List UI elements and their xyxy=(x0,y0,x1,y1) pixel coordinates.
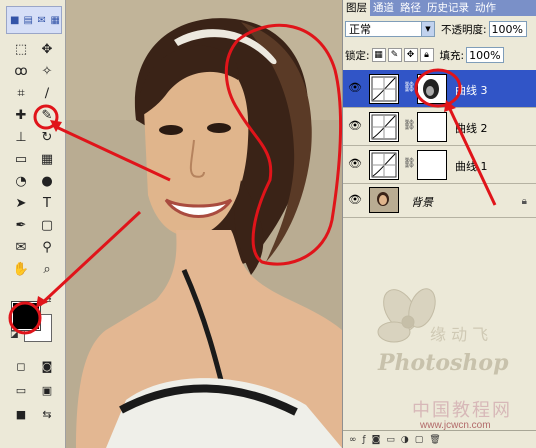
notes-tool-icon[interactable]: ✉ xyxy=(8,236,34,258)
color-swatches: ⇄ ◪ xyxy=(8,296,54,342)
screen-mode-menu-icon[interactable]: ▣ xyxy=(34,378,60,402)
move-tool-icon[interactable]: ✥ xyxy=(34,38,60,60)
opacity-label: 不透明度: xyxy=(441,23,487,36)
swap-colors-icon[interactable]: ⇄ xyxy=(44,296,52,306)
background-thumbnail xyxy=(369,187,399,213)
type-tool-icon[interactable]: T xyxy=(34,192,60,214)
save-icon[interactable]: ■ xyxy=(9,14,21,26)
watermark-cn: 中国教程网 xyxy=(412,400,512,421)
panel-tabs: 图层 通道 路径 历史记录 动作 xyxy=(343,0,536,16)
fill-label: 填充: xyxy=(439,49,465,62)
layer-row-curves-2[interactable]: 👁︎ ⛓ 曲线 2 xyxy=(343,108,536,146)
layer-row-curves-1[interactable]: 👁︎ ⛓ 曲线 1 xyxy=(343,146,536,184)
blend-mode-value: 正常 xyxy=(349,23,371,36)
shape-tool-icon[interactable]: ▢ xyxy=(34,214,60,236)
lock-label: 锁定: xyxy=(345,49,370,62)
opacity-field[interactable]: 100% xyxy=(488,21,527,37)
layer-mask-thumbnail[interactable] xyxy=(417,112,447,142)
eye-icon[interactable]: 👁︎ xyxy=(347,119,363,133)
magic-wand-tool-icon[interactable]: ✧ xyxy=(34,60,60,82)
tools-panel: ■ ▤ ✉ ▦ ⬚ ✥ ꝏ ✧ ⌗ ∕ ✚ ✎ ⊥ ↻ ▭ ▦ ◔ ● ➤ T ✒ ▢ ✉ ⚲ ✋ ⌕ ⇄ ◪ ◻ ◙ ▭ ▣ ■… xyxy=(0,0,66,448)
layer-mask-thumbnail[interactable] xyxy=(417,150,447,180)
brush-tool-icon[interactable]: ✎ xyxy=(34,104,60,126)
link-layers-icon[interactable]: ∞ xyxy=(349,435,357,445)
lasso-tool-icon[interactable]: ꝏ xyxy=(8,60,34,82)
lock-icons: ▦ ✎ ✥ 🔒︎ xyxy=(371,48,434,62)
mode-tools: ◻ ◙ ▭ ▣ ■ ⇆ xyxy=(8,354,62,426)
tab-paths[interactable]: 路径 xyxy=(397,0,424,16)
layer-mask-thumbnail[interactable] xyxy=(417,74,447,104)
foreground-color-swatch[interactable] xyxy=(11,301,41,331)
eye-icon[interactable]: 👁︎ xyxy=(347,157,363,171)
document-canvas[interactable] xyxy=(66,0,342,448)
layer-name: 曲线 3 xyxy=(455,84,488,97)
browse-icon[interactable]: ▦ xyxy=(50,14,62,26)
lock-position-icon[interactable]: ✥ xyxy=(403,48,418,62)
link-icon[interactable]: ⛓ xyxy=(403,82,416,93)
curves-adjustment-icon xyxy=(369,112,399,142)
curves-adjustment-icon xyxy=(369,150,399,180)
layer-row-background[interactable]: 👁︎ 背景 🔒︎ xyxy=(343,184,536,218)
toolbar-header: ■ ▤ ✉ ▦ xyxy=(6,6,62,34)
panel-footer: ∞ ƒ ◙ ▭ ◑ ▢ 🗑︎ xyxy=(343,430,536,448)
marquee-tool-icon[interactable]: ⬚ xyxy=(8,38,34,60)
add-mask-icon[interactable]: ◙ xyxy=(372,435,381,445)
new-layer-icon[interactable]: ▢ xyxy=(415,435,424,445)
standard-mode-icon[interactable]: ◻ xyxy=(8,354,34,378)
blend-row: 正常 ▼ 不透明度: 100% xyxy=(345,20,535,38)
chevron-down-icon[interactable]: ▼ xyxy=(421,22,434,36)
lock-row: 锁定: ▦ ✎ ✥ 🔒︎ 填充: 100% xyxy=(345,46,535,64)
lock-image-icon[interactable]: ✎ xyxy=(387,48,402,62)
portrait-photo xyxy=(66,0,342,448)
jump-to-imageready-icon[interactable]: ⇆ xyxy=(34,402,60,426)
link-icon[interactable]: ⛓ xyxy=(403,158,416,169)
trash-icon[interactable]: 🗑︎ xyxy=(429,435,440,445)
lock-icon: 🔒︎ xyxy=(521,196,527,207)
path-selection-tool-icon[interactable]: ➤ xyxy=(8,192,34,214)
watermark-site: www.jcwcn.com xyxy=(420,420,491,431)
tab-channels[interactable]: 通道 xyxy=(370,0,397,16)
crop-tool-icon[interactable]: ⌗ xyxy=(8,82,34,104)
email-icon[interactable]: ✉ xyxy=(36,14,48,26)
layer-row-curves-3[interactable]: 👁︎ ⛓ 曲线 3 xyxy=(343,70,536,108)
lock-transparency-icon[interactable]: ▦ xyxy=(371,48,386,62)
tab-actions[interactable]: 动作 xyxy=(472,0,499,16)
dodge-tool-icon[interactable]: ● xyxy=(34,170,60,192)
layer-name: 曲线 2 xyxy=(455,122,488,135)
gradient-tool-icon[interactable]: ▦ xyxy=(34,148,60,170)
zoom-tool-icon[interactable]: ⌕ xyxy=(34,258,60,280)
tab-history[interactable]: 历史记录 xyxy=(424,0,472,16)
link-icon[interactable]: ⛓ xyxy=(403,120,416,131)
lock-all-icon[interactable]: 🔒︎ xyxy=(419,48,434,62)
layer-name: 背景 xyxy=(411,196,433,209)
tab-layers[interactable]: 图层 xyxy=(343,0,370,16)
svg-text:缘 动 飞: 缘 动 飞 xyxy=(430,325,488,344)
quick-mask-icon[interactable]: ◙ xyxy=(34,354,60,378)
clone-stamp-tool-icon[interactable]: ⊥ xyxy=(8,126,34,148)
hand-tool-icon[interactable]: ✋ xyxy=(8,258,34,280)
screen-mode-standard-icon[interactable]: ▭ xyxy=(8,378,34,402)
print-icon[interactable]: ▤ xyxy=(23,14,35,26)
curves-adjustment-icon xyxy=(369,74,399,104)
eyedropper-tool-icon[interactable]: ⚲ xyxy=(34,236,60,258)
eraser-tool-icon[interactable]: ▭ xyxy=(8,148,34,170)
fill-field[interactable]: 100% xyxy=(466,47,505,63)
adjustment-layer-icon[interactable]: ◑ xyxy=(401,435,409,445)
pen-tool-icon[interactable]: ✒ xyxy=(8,214,34,236)
history-brush-tool-icon[interactable]: ↻ xyxy=(34,126,60,148)
blend-mode-select[interactable]: 正常 ▼ xyxy=(345,21,435,37)
blur-tool-icon[interactable]: ◔ xyxy=(8,170,34,192)
screen-mode-full-icon[interactable]: ■ xyxy=(8,402,34,426)
layers-list: 👁︎ ⛓ 曲线 3 👁︎ ⛓ 曲线 2 👁︎ ⛓ 曲线 1 👁︎ 背景 🔒︎ xyxy=(343,70,536,218)
layer-name: 曲线 1 xyxy=(455,160,488,173)
watermark-brand: Photoshop xyxy=(378,350,509,376)
default-colors-icon[interactable]: ◪ xyxy=(10,330,19,340)
eye-icon[interactable]: 👁︎ xyxy=(347,193,363,207)
new-set-icon[interactable]: ▭ xyxy=(386,435,395,445)
tool-grid: ⬚ ✥ ꝏ ✧ ⌗ ∕ ✚ ✎ ⊥ ↻ ▭ ▦ ◔ ● ➤ T ✒ ▢ ✉ ⚲ ✋ ⌕ xyxy=(8,38,62,280)
healing-brush-tool-icon[interactable]: ✚ xyxy=(8,104,34,126)
slice-tool-icon[interactable]: ∕ xyxy=(34,82,60,104)
layer-style-icon[interactable]: ƒ xyxy=(363,435,366,445)
eye-icon[interactable]: 👁︎ xyxy=(347,81,363,95)
